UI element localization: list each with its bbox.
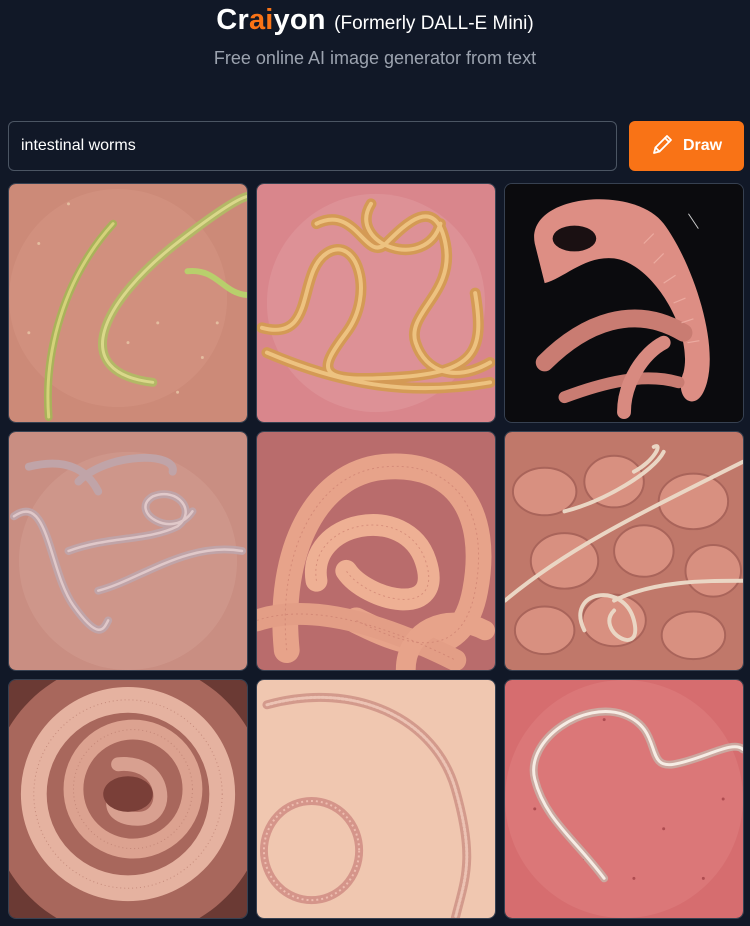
draw-button[interactable]: Draw — [629, 121, 744, 171]
generated-image-6[interactable] — [504, 431, 744, 671]
generated-image-8[interactable] — [256, 679, 496, 919]
generated-image-3[interactable] — [504, 183, 744, 423]
formerly-label: (Formerly DALL-E Mini) — [334, 13, 534, 34]
generated-image-2[interactable] — [256, 183, 496, 423]
generated-image-7[interactable] — [8, 679, 248, 919]
generated-image-9[interactable] — [504, 679, 744, 919]
page-subtitle: Free online AI image generator from text — [213, 48, 537, 68]
generated-image-4[interactable] — [8, 431, 248, 671]
prompt-input[interactable] — [8, 121, 617, 171]
results-grid — [8, 183, 744, 919]
generated-image-1[interactable] — [8, 183, 248, 423]
draw-button-label: Draw — [682, 137, 723, 154]
brand-logo[interactable]: Craiyon — [216, 4, 325, 36]
generated-image-5[interactable] — [256, 431, 496, 671]
pencil-icon — [651, 132, 675, 161]
title-row: Craiyon (Formerly DALL-E Mini) — [0, 4, 750, 37]
